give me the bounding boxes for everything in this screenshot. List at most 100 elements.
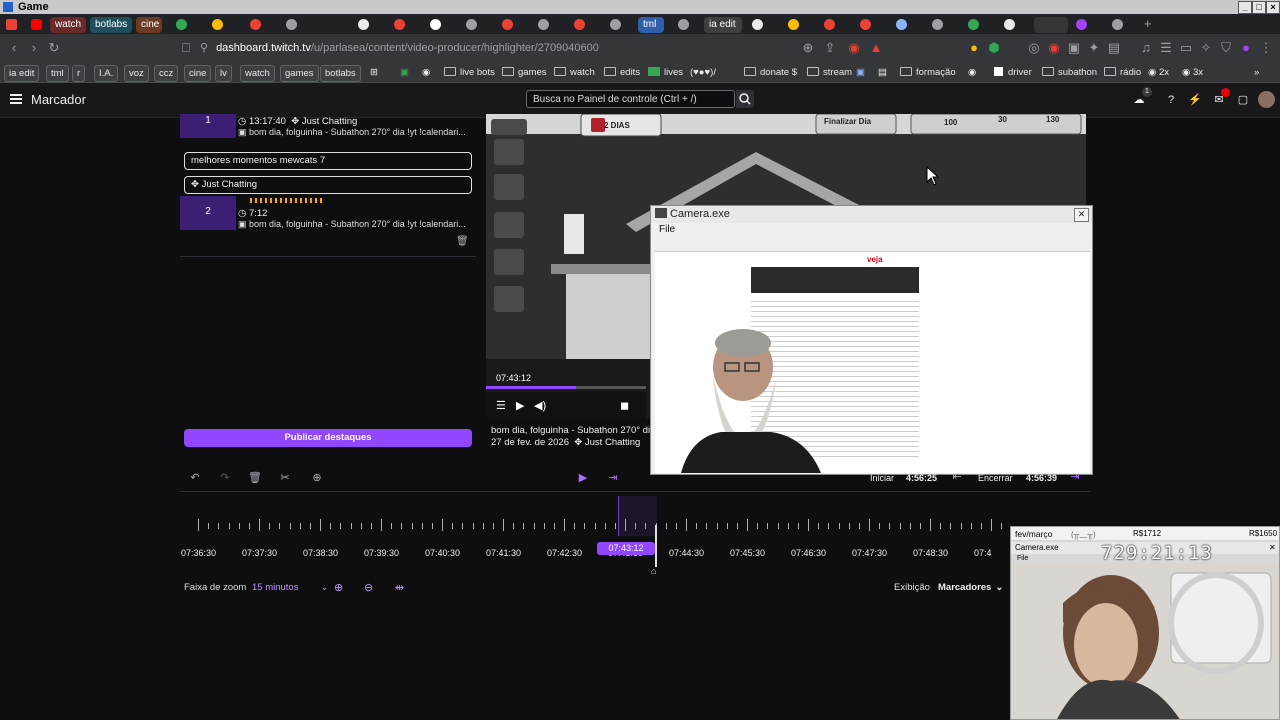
bookmark-icon[interactable]: ⎕ bbox=[178, 40, 194, 56]
fit-timeline-icon[interactable]: ⇹ bbox=[395, 581, 404, 594]
extension-icon[interactable]: ▤ bbox=[1106, 40, 1122, 56]
marker-row[interactable]: 2 ◷ 7:12 ▣ bom dia, folguinha - Subathon… bbox=[180, 196, 476, 230]
tab-icon[interactable] bbox=[538, 19, 549, 30]
bookmark-folder[interactable]: subathon bbox=[1038, 65, 1101, 80]
bookmark-pill[interactable]: games bbox=[280, 65, 319, 82]
minimize-button[interactable]: _ bbox=[1238, 1, 1252, 14]
search-button[interactable] bbox=[736, 90, 754, 108]
playhead[interactable] bbox=[655, 525, 657, 567]
extension-icon[interactable]: ✦ bbox=[1086, 40, 1102, 56]
more-bookmarks-icon[interactable]: » bbox=[1250, 65, 1263, 80]
tab-icon[interactable] bbox=[466, 19, 477, 30]
extension-icon[interactable]: ▣ bbox=[1066, 40, 1082, 56]
undo-icon[interactable]: ↶ bbox=[188, 471, 202, 485]
bookmark-item[interactable]: (♥●♥)/ bbox=[686, 65, 720, 80]
bookmark-folder[interactable]: lives bbox=[644, 65, 687, 80]
bookmark-pill[interactable]: ccz bbox=[154, 65, 179, 82]
tab-icon[interactable] bbox=[678, 19, 689, 30]
tab-icon[interactable] bbox=[860, 19, 871, 30]
bookmark-pill[interactable]: ia edit bbox=[4, 65, 40, 82]
set-end-icon[interactable]: ⇥ bbox=[1068, 470, 1082, 484]
extension-icon[interactable]: ▭ bbox=[1178, 40, 1194, 56]
close-button[interactable]: × bbox=[1266, 1, 1280, 14]
tab-icon[interactable] bbox=[502, 19, 513, 30]
delete-marker-icon[interactable]: 🗑 bbox=[456, 236, 469, 247]
tab-icon[interactable] bbox=[212, 19, 223, 30]
tab-icon[interactable] bbox=[1112, 19, 1123, 30]
chapters-icon[interactable]: ☰ bbox=[496, 399, 506, 412]
bookmark-folder[interactable]: watch bbox=[550, 65, 599, 80]
tab-group-cine[interactable]: cine bbox=[136, 17, 162, 33]
forward-icon[interactable]: › bbox=[26, 40, 42, 56]
bookmark-folder[interactable]: stream bbox=[803, 65, 856, 80]
help-icon[interactable]: ? bbox=[1164, 93, 1178, 107]
extension-icon[interactable]: ✧ bbox=[1198, 40, 1214, 56]
tab-icon[interactable] bbox=[610, 19, 621, 30]
tab-icon[interactable] bbox=[358, 19, 369, 30]
share-icon[interactable]: ⇪ bbox=[822, 40, 838, 56]
maximize-button[interactable]: □ bbox=[1252, 1, 1266, 14]
site-info-icon[interactable]: ⚲ bbox=[200, 42, 208, 54]
tab-icon[interactable] bbox=[896, 19, 907, 30]
bookmark-icon[interactable]: ◉ bbox=[964, 65, 980, 80]
bookmark-pill[interactable]: cine bbox=[184, 65, 212, 82]
tab-icon[interactable] bbox=[574, 19, 585, 30]
bookmark-pill[interactable]: r bbox=[72, 65, 86, 82]
bookmark-icon[interactable]: ▤ bbox=[874, 65, 891, 80]
camera-window-titlebar[interactable]: Camera.exe ✕ bbox=[651, 206, 1092, 223]
bookmark-pill[interactable]: tml bbox=[46, 65, 69, 82]
bookmark-folder[interactable]: rádio bbox=[1100, 65, 1145, 80]
timeline-play-icon[interactable]: ▶ bbox=[576, 471, 590, 485]
tab-icon[interactable] bbox=[788, 19, 799, 30]
category-input[interactable]: ✥ Just Chatting bbox=[184, 176, 472, 194]
redo-icon[interactable]: ↷ bbox=[218, 471, 232, 485]
extension-icon[interactable]: ☰ bbox=[1158, 40, 1174, 56]
marker-row[interactable]: 1 ◷ 13:17:40 ✥ Just Chatting ▣ bom dia, … bbox=[180, 114, 476, 148]
delete-icon[interactable]: 🗑 bbox=[248, 471, 262, 485]
extension-icon[interactable]: ▲ bbox=[868, 40, 884, 56]
highlight-title-input[interactable]: melhores momentos mewcats 7 bbox=[184, 152, 472, 170]
bookmark-pill[interactable]: voz bbox=[124, 65, 149, 82]
clip-selection[interactable] bbox=[618, 496, 657, 536]
extension-icon[interactable]: ◎ bbox=[1026, 40, 1042, 56]
bookmark-icon[interactable]: ◉ bbox=[418, 65, 434, 80]
tab-icon[interactable] bbox=[1076, 19, 1087, 30]
zoom-out-icon[interactable]: ⊖ bbox=[364, 581, 373, 594]
bookmark-folder[interactable]: formação bbox=[896, 65, 960, 80]
active-tab[interactable] bbox=[1034, 17, 1068, 33]
tab-icon[interactable] bbox=[932, 19, 943, 30]
view-select[interactable]: Marcadores ⌄ bbox=[938, 582, 1003, 593]
bookmark-pill[interactable]: botlabs bbox=[320, 65, 361, 82]
tab-icon[interactable] bbox=[752, 19, 763, 30]
apps-grid-icon[interactable]: ⊞ bbox=[366, 65, 382, 80]
zoom-icon[interactable]: ⊕ bbox=[800, 40, 816, 56]
bookmark-folder[interactable]: live bots bbox=[440, 65, 499, 80]
play-icon[interactable]: ▶ bbox=[516, 399, 524, 412]
tab-icon[interactable] bbox=[824, 19, 835, 30]
tab-group-botlabs[interactable]: botlabs bbox=[90, 17, 132, 33]
tab-icon[interactable] bbox=[250, 19, 261, 30]
extension-icon[interactable]: ◉ bbox=[846, 40, 862, 56]
camera-file-menu[interactable]: File bbox=[659, 224, 675, 235]
bookmark-pill[interactable]: watch bbox=[240, 65, 275, 82]
youtube-tab-icon[interactable] bbox=[31, 19, 42, 30]
extension-icon[interactable]: ⛉ bbox=[1218, 40, 1234, 56]
tab-icon[interactable] bbox=[394, 19, 405, 30]
skip-to-end-icon[interactable]: ⇥ bbox=[606, 471, 620, 485]
bits-icon[interactable]: ⚡ bbox=[1188, 93, 1202, 107]
bookmark-item[interactable]: driver bbox=[990, 65, 1036, 80]
tab-group-tml[interactable]: tml bbox=[638, 17, 664, 33]
avatar[interactable] bbox=[1258, 91, 1275, 108]
back-icon[interactable]: ‹ bbox=[6, 40, 22, 56]
tab-icon[interactable] bbox=[430, 19, 441, 30]
bookmark-item[interactable]: ◉ 2x bbox=[1144, 65, 1173, 80]
camera-close-button[interactable]: ✕ bbox=[1074, 208, 1089, 222]
tab-group-watch[interactable]: watch bbox=[50, 17, 86, 33]
camera-window[interactable]: Camera.exe ✕ File veja bbox=[650, 205, 1093, 475]
new-tab-button[interactable]: + bbox=[1144, 17, 1158, 33]
whispers-icon[interactable]: ▢ bbox=[1236, 93, 1250, 107]
browser-app-icon[interactable] bbox=[6, 19, 17, 30]
timeline-ruler[interactable]: 07:36:30 07:37:30 07:38:30 07:39:30 07:40:30… bbox=[180, 495, 1010, 565]
add-marker-icon[interactable]: ⊕ bbox=[310, 471, 324, 485]
bookmark-folder[interactable]: donate $ bbox=[740, 65, 801, 80]
